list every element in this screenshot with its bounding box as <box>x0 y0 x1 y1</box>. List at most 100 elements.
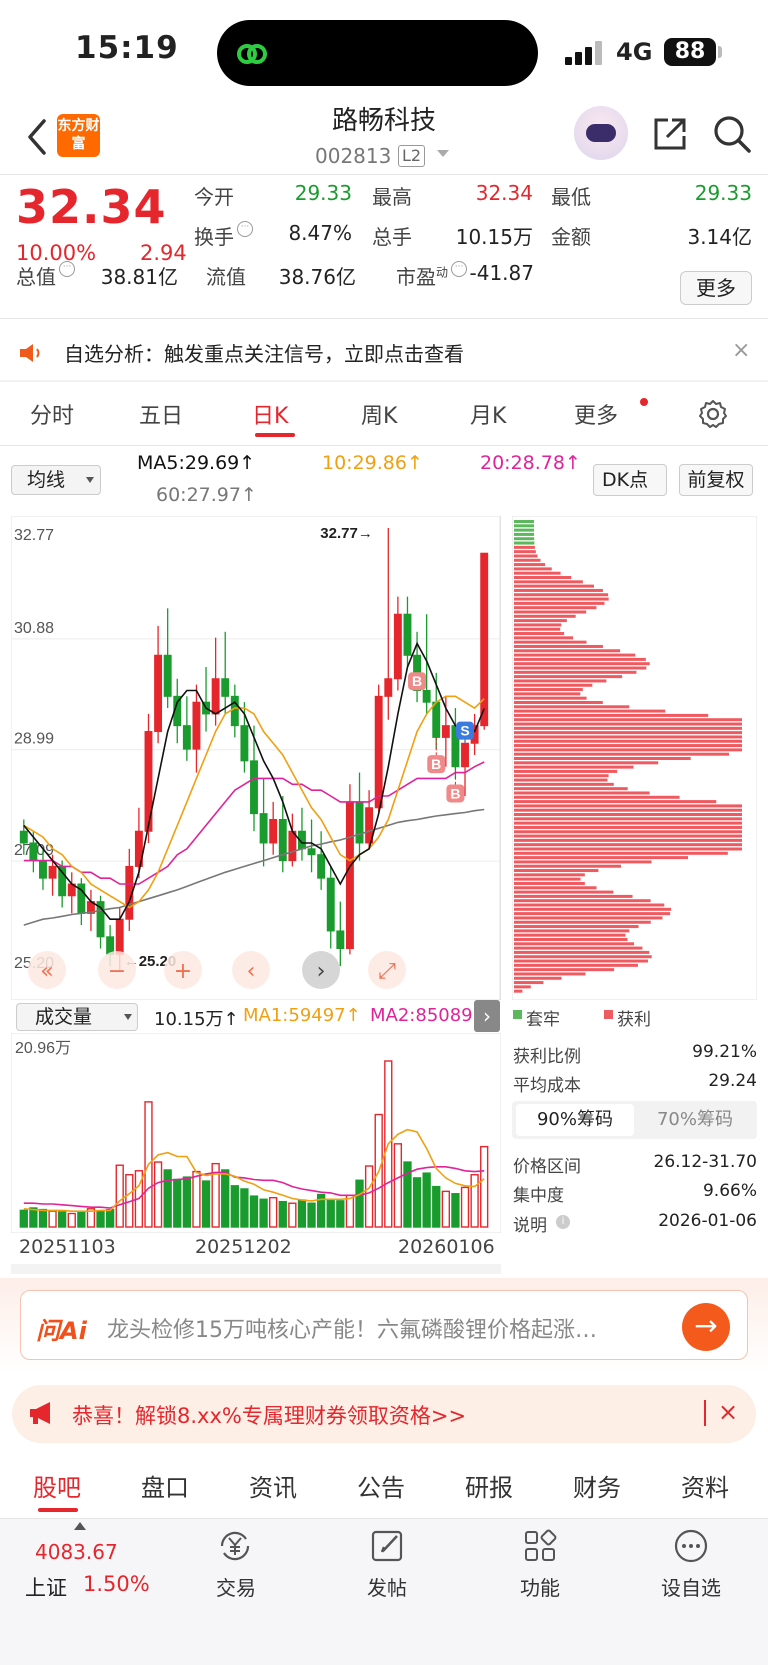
close-icon[interactable]: × <box>732 338 750 363</box>
quote-label: 总手 <box>372 225 412 249</box>
chart-control-button[interactable]: − <box>98 951 136 989</box>
chip-bar <box>514 588 603 592</box>
chip-bar <box>514 675 623 679</box>
tab-announcements[interactable]: 公告 <box>357 1468 405 1503</box>
tab-orderbook[interactable]: 盘口 <box>141 1468 189 1503</box>
candle-body <box>192 701 201 750</box>
volume-bar <box>297 1199 307 1228</box>
vol-ma2-label: MA2:85089 <box>370 1005 473 1026</box>
caret-down-icon <box>86 477 94 483</box>
dk-point-button[interactable]: DK点 <box>593 464 667 496</box>
chip-bar <box>514 769 618 773</box>
promo-text[interactable]: 恭喜！解锁8.xx%专属理财券领取资格>> <box>72 1400 466 1430</box>
last-price: 32.34 <box>16 180 167 234</box>
index-change[interactable]: 1.50% <box>83 1572 150 1596</box>
chip-bar <box>514 959 648 963</box>
more-circle-icon[interactable] <box>672 1527 710 1565</box>
volume-indicator-select[interactable]: 成交量 <box>16 1003 138 1031</box>
tab-week-k[interactable]: 周K <box>361 398 397 430</box>
chip-bar <box>514 567 552 571</box>
index-value[interactable]: 4083.67 <box>35 1540 118 1564</box>
volume-bar <box>240 1188 249 1228</box>
divider <box>0 445 768 446</box>
control-glyph: ⤢ <box>378 959 396 984</box>
chip-bar <box>514 817 742 821</box>
chevron-down-icon[interactable] <box>437 150 449 157</box>
tab-month-k[interactable]: 月K <box>470 398 506 430</box>
info-icon[interactable]: i <box>556 1215 570 1229</box>
ai-logo: 问Ai <box>36 1317 87 1345</box>
chip-bar <box>514 925 639 929</box>
volume-value: 10.15万↑ <box>154 1009 239 1030</box>
ai-prompt-text[interactable]: 龙头检修15万吨核心产能！六氟磷酸锂价格起涨… <box>107 1312 667 1344</box>
more-dots-icon[interactable]: ··· <box>59 261 75 277</box>
post-button[interactable]: 发帖 <box>347 1572 427 1601</box>
chart-control-button[interactable]: › <box>302 951 340 989</box>
chip-bar <box>514 528 535 532</box>
chart-control-button[interactable]: ‹ <box>232 951 270 989</box>
date-tick: 20260106 <box>398 1236 495 1258</box>
arrow-right-icon[interactable]: → <box>682 1303 730 1351</box>
tab-chip-90[interactable]: 90%筹码 <box>516 1104 634 1136</box>
index-name[interactable]: 上证 <box>25 1572 67 1602</box>
chart-control-button[interactable]: ⤢ <box>368 951 406 989</box>
chip-bar <box>514 933 626 937</box>
chip-bar <box>514 537 535 541</box>
tab-more[interactable]: 更多 <box>574 398 618 430</box>
notice-text[interactable]: 自选分析：触发重点关注信号，立即点击查看 <box>64 338 464 367</box>
edit-icon[interactable] <box>369 1527 407 1565</box>
share-icon[interactable] <box>650 114 690 154</box>
tab-day-k[interactable]: 日K <box>252 398 288 430</box>
level-badge[interactable]: L2 <box>398 145 426 167</box>
scroll-track <box>11 1264 501 1274</box>
close-icon[interactable]: × <box>718 1398 738 1426</box>
volume-bar <box>173 1178 182 1228</box>
functions-button[interactable]: 功能 <box>500 1572 580 1601</box>
add-watchlist-button[interactable]: 设自选 <box>651 1572 731 1601</box>
tab-finance[interactable]: 财务 <box>573 1468 621 1503</box>
tab-forum[interactable]: 股吧 <box>33 1468 81 1503</box>
chip-bar <box>514 821 742 825</box>
chip-bar <box>514 597 609 601</box>
tab-profile[interactable]: 资料 <box>681 1468 729 1503</box>
tab-five-day[interactable]: 五日 <box>139 398 183 430</box>
volume-bar <box>259 1198 268 1228</box>
notification-dot <box>640 398 648 406</box>
chip-bar <box>514 558 541 562</box>
chart-control-button[interactable]: « <box>28 951 66 989</box>
network-type: 4G <box>616 38 653 66</box>
tab-chip-70[interactable]: 70%筹码 <box>640 1104 750 1136</box>
more-button[interactable]: 更多 <box>680 271 752 305</box>
expand-arrow-icon[interactable]: › <box>474 1000 500 1032</box>
search-icon[interactable] <box>712 114 752 154</box>
chip-bar <box>514 787 628 791</box>
up-arrow-icon <box>74 1522 86 1530</box>
chip-bar <box>514 903 665 907</box>
gear-icon[interactable] <box>697 398 729 430</box>
tab-intraday[interactable]: 分时 <box>30 398 74 430</box>
chip-bar <box>514 541 535 545</box>
volume-bar <box>105 1208 115 1228</box>
chip-bar <box>514 726 742 730</box>
more-dots-icon[interactable]: ··· <box>451 261 468 277</box>
apps-icon[interactable] <box>521 1527 559 1565</box>
volume-bar <box>249 1195 259 1228</box>
quote-value: -41.87 <box>469 261 534 285</box>
volume-chart[interactable]: 20.96万 <box>11 1033 501 1233</box>
status-bar: 15:19 4G 88 <box>0 0 768 100</box>
more-dots-icon[interactable]: ··· <box>237 221 253 237</box>
candle-body <box>19 830 28 844</box>
chart-control-button[interactable]: + <box>164 951 202 989</box>
yen-exchange-icon[interactable] <box>216 1527 254 1565</box>
tab-news[interactable]: 资讯 <box>249 1468 297 1503</box>
trade-button[interactable]: 交易 <box>196 1572 276 1601</box>
tab-research[interactable]: 研报 <box>465 1468 513 1503</box>
volume-bar <box>77 1211 86 1228</box>
chip-bar <box>514 916 663 920</box>
chip-bar <box>514 696 587 700</box>
adjust-button[interactable]: 前复权 <box>679 464 753 496</box>
quote-value: 29.33 <box>294 181 352 205</box>
candle-body <box>39 860 47 879</box>
volume-bar <box>470 1174 479 1228</box>
kline-chart[interactable]: 32.7730.8828.9927.0925.2032.77→←25.20BBB… <box>11 516 501 1000</box>
